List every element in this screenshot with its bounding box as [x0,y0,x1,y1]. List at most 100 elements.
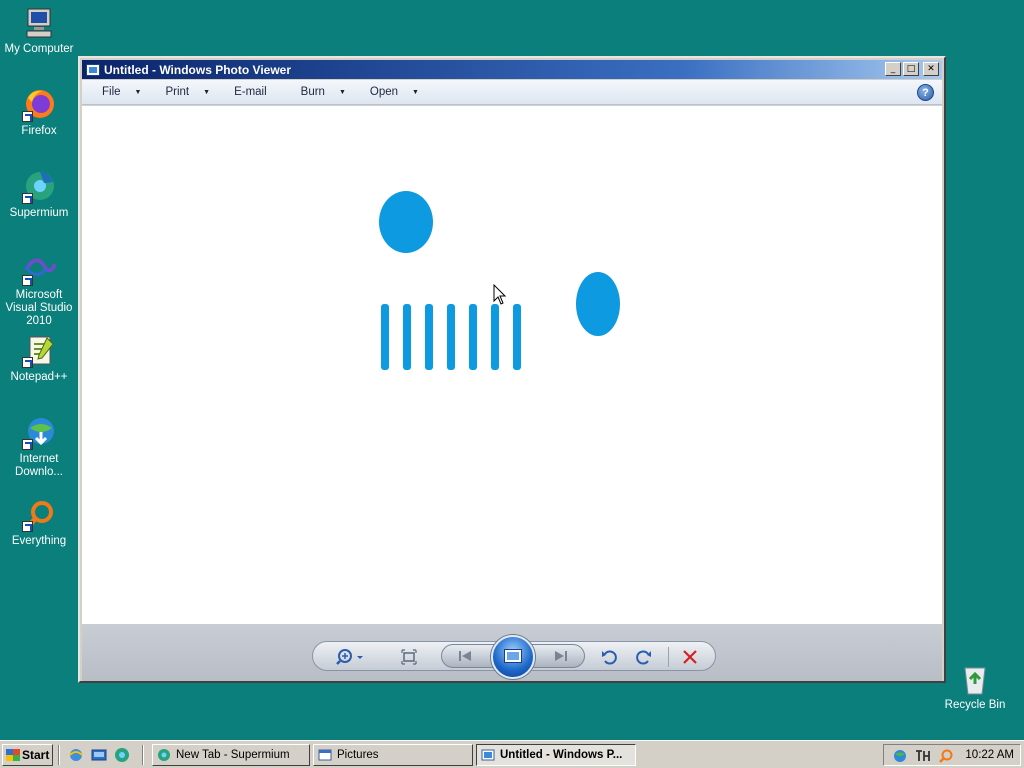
internet-explorer-icon[interactable] [68,747,84,763]
zoom-button[interactable] [335,648,369,666]
start-button[interactable]: Start [2,744,53,766]
shortcut-arrow-icon [22,357,33,368]
photo-viewer-icon [481,749,495,761]
task-label: Pictures [337,749,379,761]
supermium-icon [22,170,56,204]
shortcut-arrow-icon [22,521,33,532]
title-bar[interactable]: Untitled - Windows Photo Viewer _ □ ✕ [82,60,942,79]
help-icon[interactable]: ? [917,84,934,101]
image-oval-shape [379,191,433,253]
desktop-icon-label: Supermium [9,207,69,219]
shortcut-arrow-icon [22,193,33,204]
actual-size-button[interactable] [398,648,420,666]
system-tray: 10:22 AM [883,744,1021,766]
internet-download-manager-icon [22,416,56,450]
network-globe-icon[interactable] [892,748,908,764]
menu-open-label: Open [369,86,399,98]
desktop-icon-supermium[interactable]: Supermium [0,170,78,220]
menu-email[interactable]: E-mail [234,86,267,98]
desktop-icon-internet-download-manager[interactable]: Internet Downlo... [0,416,78,479]
window-controls: _ □ ✕ [885,62,939,76]
supermium-icon [158,749,170,761]
menu-email-label: E-mail [234,86,267,98]
menu-open[interactable]: Open ▼ [370,86,419,98]
close-button[interactable]: ✕ [923,62,939,76]
task-photo-viewer[interactable]: Untitled - Windows P... [476,744,636,766]
task-supermium[interactable]: New Tab - Supermium [152,744,310,766]
desktop-icon-notepad-plus[interactable]: Notepad++ [0,334,78,384]
task-pictures[interactable]: Pictures [313,744,473,766]
desktop-icon-my-computer[interactable]: My Computer [0,6,78,56]
dropdown-arrow-icon: ▼ [203,88,211,96]
desktop-icon-label: Recycle Bin [944,699,1006,711]
desktop-icon-label: Internet Downlo... [15,453,63,478]
task-label: Untitled - Windows P... [500,749,623,761]
delete-button[interactable] [679,648,701,666]
image-display-area [82,106,942,624]
photo-viewer-app-icon [86,63,100,76]
firefox-icon [22,88,56,122]
displayed-image [379,191,620,370]
previous-button[interactable] [454,647,476,665]
menu-print[interactable]: Print ▼ [165,86,210,98]
maximize-button[interactable]: □ [903,62,919,76]
viewer-controls [312,635,716,679]
window-title: Untitled - Windows Photo Viewer [104,62,292,77]
dropdown-arrow-icon: ▼ [412,88,419,96]
rotate-clockwise-button[interactable] [633,648,655,666]
minimize-button[interactable]: _ [885,62,901,76]
desktop-icon-label: Microsoft Visual Studio 2010 [5,289,73,327]
menu-burn-label: Burn [300,86,325,98]
shortcut-arrow-icon [22,439,33,450]
keyboard-icon[interactable] [914,748,932,764]
visual-studio-icon [22,252,56,286]
menu-burn[interactable]: Burn ▼ [301,86,346,98]
mouse-cursor-icon [493,284,507,305]
shortcut-arrow-icon [22,275,33,286]
taskbar-separator [142,745,144,765]
desktop-icon-label: Firefox [21,125,57,137]
everything-search-icon [22,498,56,532]
menu-print-label: Print [165,86,190,98]
show-desktop-icon[interactable] [91,747,107,763]
photo-viewer-window: Untitled - Windows Photo Viewer _ □ ✕ Fi… [78,56,946,683]
dropdown-arrow-icon: ▼ [338,88,346,96]
notepad-plus-icon [22,334,56,368]
desktop-icon-firefox[interactable]: Firefox [0,88,78,138]
desktop-icon-everything[interactable]: Everything [0,498,78,548]
desktop-icon-visual-studio[interactable]: Microsoft Visual Studio 2010 [0,252,78,328]
image-oval-shape [576,272,620,336]
rotate-clockwise-icon [636,650,651,665]
zoom-icon [336,649,363,665]
image-bar-shape [491,304,499,370]
actual-size-icon [401,649,417,665]
clock[interactable]: 10:22 AM [965,749,1014,761]
next-button[interactable] [550,647,572,665]
next-icon [555,651,567,661]
windows-logo-icon [6,749,20,761]
task-label: New Tab - Supermium [176,749,290,761]
desktop-icon-label: Everything [11,535,67,547]
image-bar-shape [381,304,389,370]
start-label: Start [22,748,50,762]
shortcut-arrow-icon [22,111,33,122]
desktop-icon-recycle-bin[interactable]: Recycle Bin [936,662,1014,712]
menu-file[interactable]: File ▼ [102,86,141,98]
rotate-counterclockwise-icon [602,650,617,665]
computer-icon [22,6,56,40]
rotate-counterclockwise-button[interactable] [598,648,620,666]
image-bar-shape [469,304,477,370]
supermium-icon[interactable] [114,747,130,763]
slideshow-button[interactable] [491,635,535,679]
image-bar-shape [425,304,433,370]
image-bar-shape [447,304,455,370]
image-bar-shape [403,304,411,370]
image-bar-shape [513,304,521,370]
menu-file-label: File [102,86,121,98]
recycle-bin-icon [958,662,992,696]
folder-window-icon [318,749,332,761]
everything-tray-icon[interactable] [938,748,954,764]
menu-bar: File ▼ Print ▼ E-mail Burn ▼ Open ▼ ? [82,80,942,105]
taskbar: Start New Tab - Supermium Pictures Untit… [0,740,1024,768]
viewer-toolbar [82,624,942,681]
